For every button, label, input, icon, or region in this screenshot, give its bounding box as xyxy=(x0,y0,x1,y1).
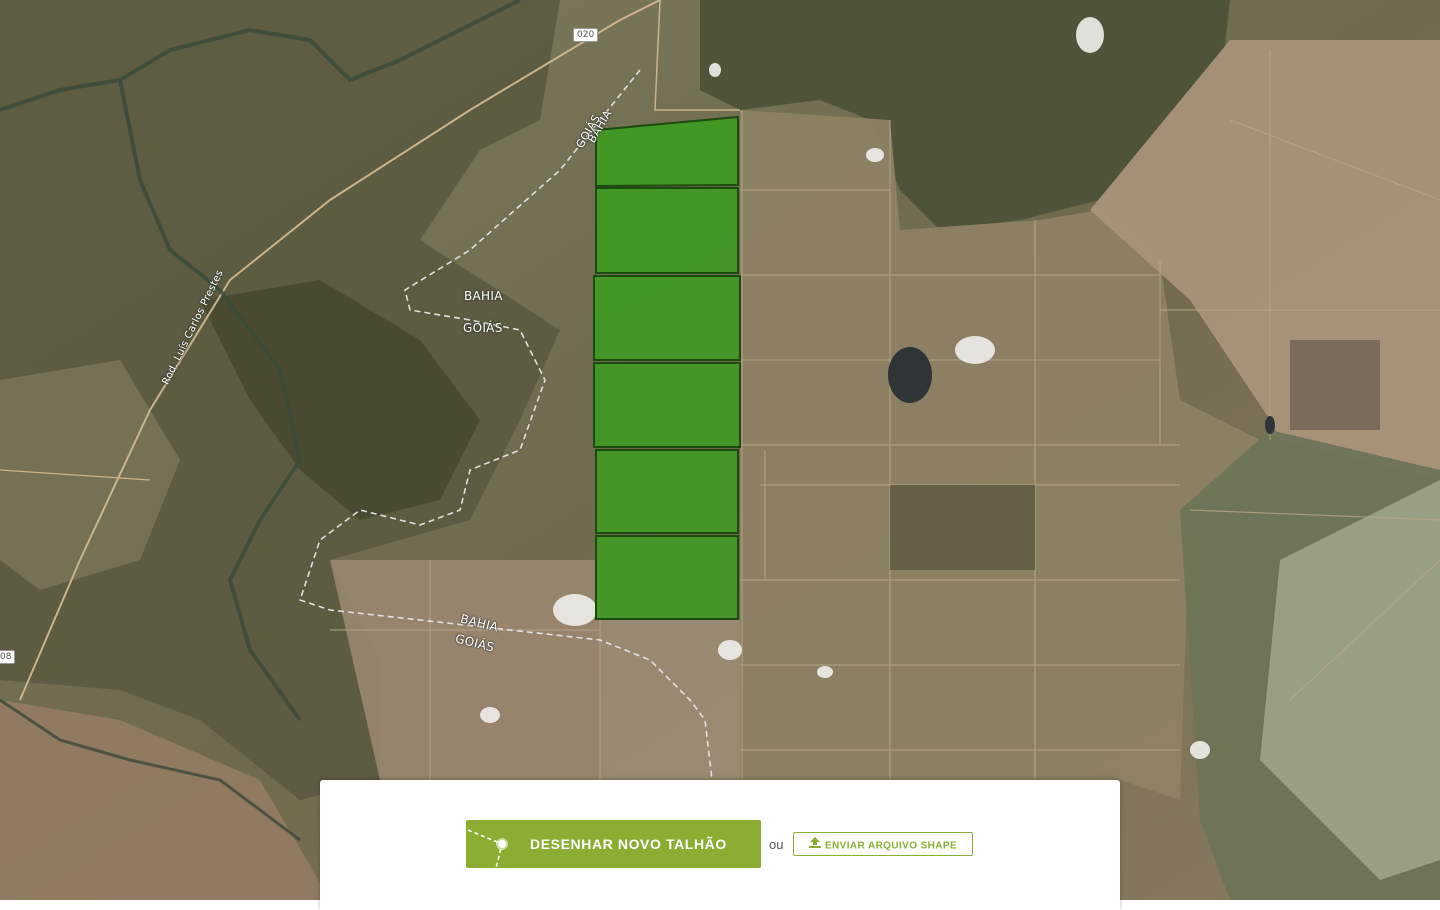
draw-new-field-label: DESENHAR NOVO TALHÃO xyxy=(530,836,727,852)
field-polygon[interactable] xyxy=(595,535,739,620)
field-polygon[interactable] xyxy=(595,187,739,274)
field-polygons xyxy=(593,115,741,620)
field-polygon[interactable] xyxy=(593,362,741,448)
or-separator: ou xyxy=(769,837,784,852)
field-polygon[interactable] xyxy=(593,275,741,361)
field-polygon[interactable] xyxy=(595,449,739,534)
bottom-action-panel: DESENHAR NOVO TALHÃO ou ENVIAR ARQUIVO S… xyxy=(320,780,1120,910)
draw-new-field-button[interactable]: DESENHAR NOVO TALHÃO xyxy=(466,820,761,868)
upload-shape-label: ENVIAR ARQUIVO SHAPE xyxy=(824,840,958,852)
draw-polygon-icon xyxy=(467,829,508,868)
satellite-map[interactable]: BAHIA GOIÁS BAHIA GOIÁS BAHIA GOIÁS Rod.… xyxy=(0,0,1440,900)
state-label-bahia-mid: BAHIA xyxy=(464,289,503,303)
upload-icon xyxy=(808,834,821,858)
road-shield-top: 020 xyxy=(573,28,599,42)
field-polygon[interactable] xyxy=(595,115,739,188)
state-label-goias-mid: GOIÁS xyxy=(463,321,503,335)
upload-shape-button[interactable]: ENVIAR ARQUIVO SHAPE xyxy=(793,832,973,856)
road-shield-left: 08 xyxy=(0,650,16,664)
